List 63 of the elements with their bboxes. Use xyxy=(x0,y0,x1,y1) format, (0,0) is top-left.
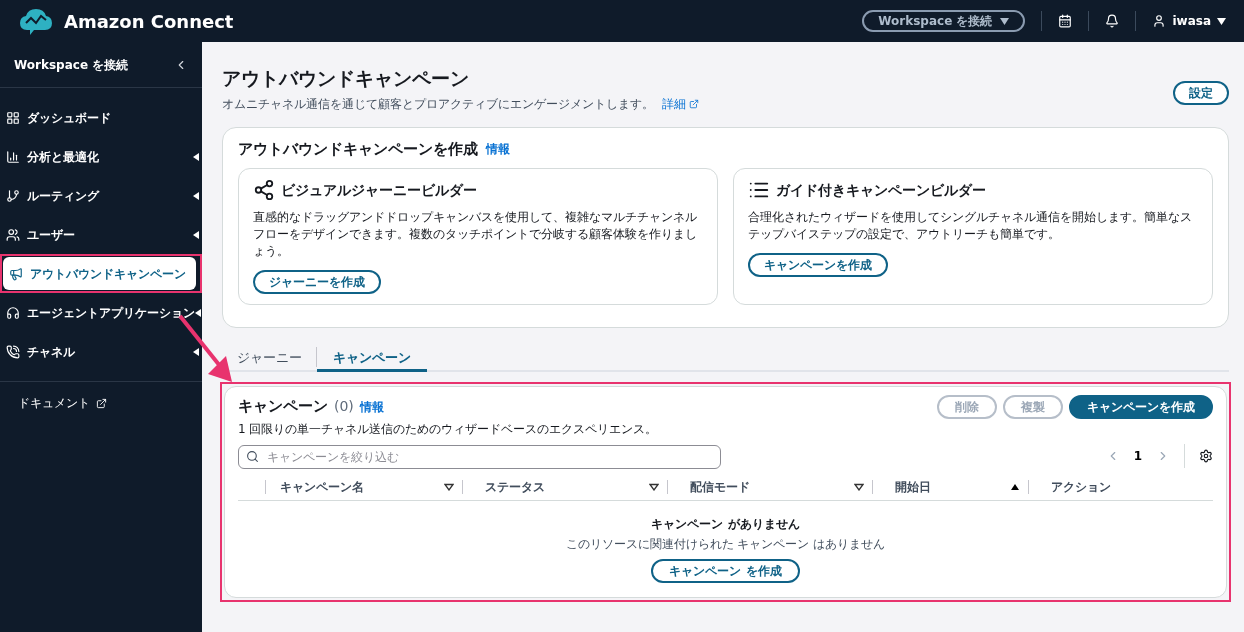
calendar-icon[interactable] xyxy=(1058,14,1073,28)
sidebar-item[interactable]: ユーザー xyxy=(0,218,202,251)
sidebar-item[interactable]: チャネル xyxy=(0,335,202,368)
sidebar-item[interactable]: アウトバウンドキャンペーン xyxy=(3,257,196,290)
sidebar-item[interactable]: ルーティング xyxy=(0,179,202,212)
action-button[interactable]: キャンペーンを作成 xyxy=(1069,395,1213,419)
builder-description: 直感的なドラッグアンドドロップキャンバスを使用して、複雑なマルチチャンネルフローをデザインできます。複数のタッチポイントで分岐する顧客体験を作りましょう。 xyxy=(253,209,698,260)
sidebar-item[interactable]: エージェントアプリケーション xyxy=(0,296,202,329)
detail-link[interactable]: 詳細 xyxy=(662,94,699,113)
column-header[interactable]: ステータス xyxy=(485,477,545,496)
phone-icon xyxy=(6,344,20,359)
grid-icon xyxy=(6,110,20,125)
campaign-count: (0) xyxy=(334,397,354,416)
external-link-icon xyxy=(96,397,107,409)
empty-message: このリソースに関連付けられた キャンペーン はありません xyxy=(565,535,886,553)
sidebar-item[interactable]: ダッシュボード xyxy=(0,101,202,134)
filter-triangle-icon[interactable] xyxy=(649,482,659,491)
sidebar-title: Workspace を接続 xyxy=(14,56,129,74)
caret-icon xyxy=(1217,17,1226,25)
users-icon xyxy=(6,227,20,242)
builder-title: ビジュアルジャーニービルダー xyxy=(281,180,477,200)
column-header[interactable]: 配信モード xyxy=(690,477,750,496)
info-link[interactable]: 情報 xyxy=(486,139,510,158)
card-title: アウトバウンドキャンペーンを作成 xyxy=(238,138,478,160)
caret-icon xyxy=(1000,17,1010,25)
user-menu[interactable]: iwasa xyxy=(1152,12,1226,30)
headset-icon xyxy=(6,305,20,320)
branch-icon xyxy=(6,188,20,203)
filter-field[interactable]: キャンペーンを絞り込む xyxy=(238,444,721,469)
create-button[interactable]: ジャーニーを作成 xyxy=(253,270,381,294)
page-title: アウトバウンドキャンペーン xyxy=(222,66,470,91)
sidebar-item[interactable]: 分析と最適化 xyxy=(0,140,202,173)
column-header[interactable]: 開始日 xyxy=(895,477,931,496)
user-icon xyxy=(1152,14,1167,28)
tab[interactable]: ジャーニー xyxy=(237,346,316,372)
filter-triangle-icon[interactable] xyxy=(444,482,454,491)
external-link-icon xyxy=(689,98,699,109)
bell-icon[interactable] xyxy=(1105,14,1120,28)
page-number[interactable]: 1 xyxy=(1133,446,1142,465)
product-name: Amazon Connect xyxy=(64,9,234,34)
panel-description: 1 回限りの単一チャネル送信のためのウィザードベースのエクスペリエンス。 xyxy=(238,420,658,438)
cloud-logo-icon xyxy=(18,6,54,36)
page-subtitle: オムニチャネル通信を通じて顧客とプロアクティブにエンゲージメントします。 xyxy=(222,95,654,113)
column-header[interactable]: アクション xyxy=(1051,477,1111,496)
settings-icon[interactable] xyxy=(1199,448,1213,463)
panel-title: キャンペーン xyxy=(238,396,328,417)
workspace-button[interactable]: Workspace を接続 xyxy=(862,10,1026,32)
settings-button[interactable]: 設定 xyxy=(1173,81,1229,105)
megaphone-icon xyxy=(9,266,23,281)
sort-ascending-icon[interactable] xyxy=(1010,482,1020,491)
documentation-link[interactable]: ドキュメント xyxy=(18,394,202,412)
builder-description: 合理化されたウィザードを使用してシングルチャネル通信を開始します。簡単なステップバイステップの設定で、アウトリーチも簡単です。 xyxy=(748,209,1193,243)
bar-chart-icon xyxy=(6,149,20,164)
info-link[interactable]: 情報 xyxy=(359,398,384,416)
search-icon xyxy=(246,449,259,463)
create-button[interactable]: キャンペーンを作成 xyxy=(748,253,888,277)
filter-triangle-icon[interactable] xyxy=(854,482,864,491)
empty-title: キャンペーン がありません xyxy=(651,515,800,533)
create-campaign-button[interactable]: キャンペーン を作成 xyxy=(651,558,800,583)
share-icon xyxy=(253,179,275,201)
column-header[interactable]: キャンペーン名 xyxy=(280,477,364,496)
tab[interactable]: キャンペーン xyxy=(317,346,427,372)
builder-title: ガイド付きキャンペーンビルダー xyxy=(776,180,986,200)
